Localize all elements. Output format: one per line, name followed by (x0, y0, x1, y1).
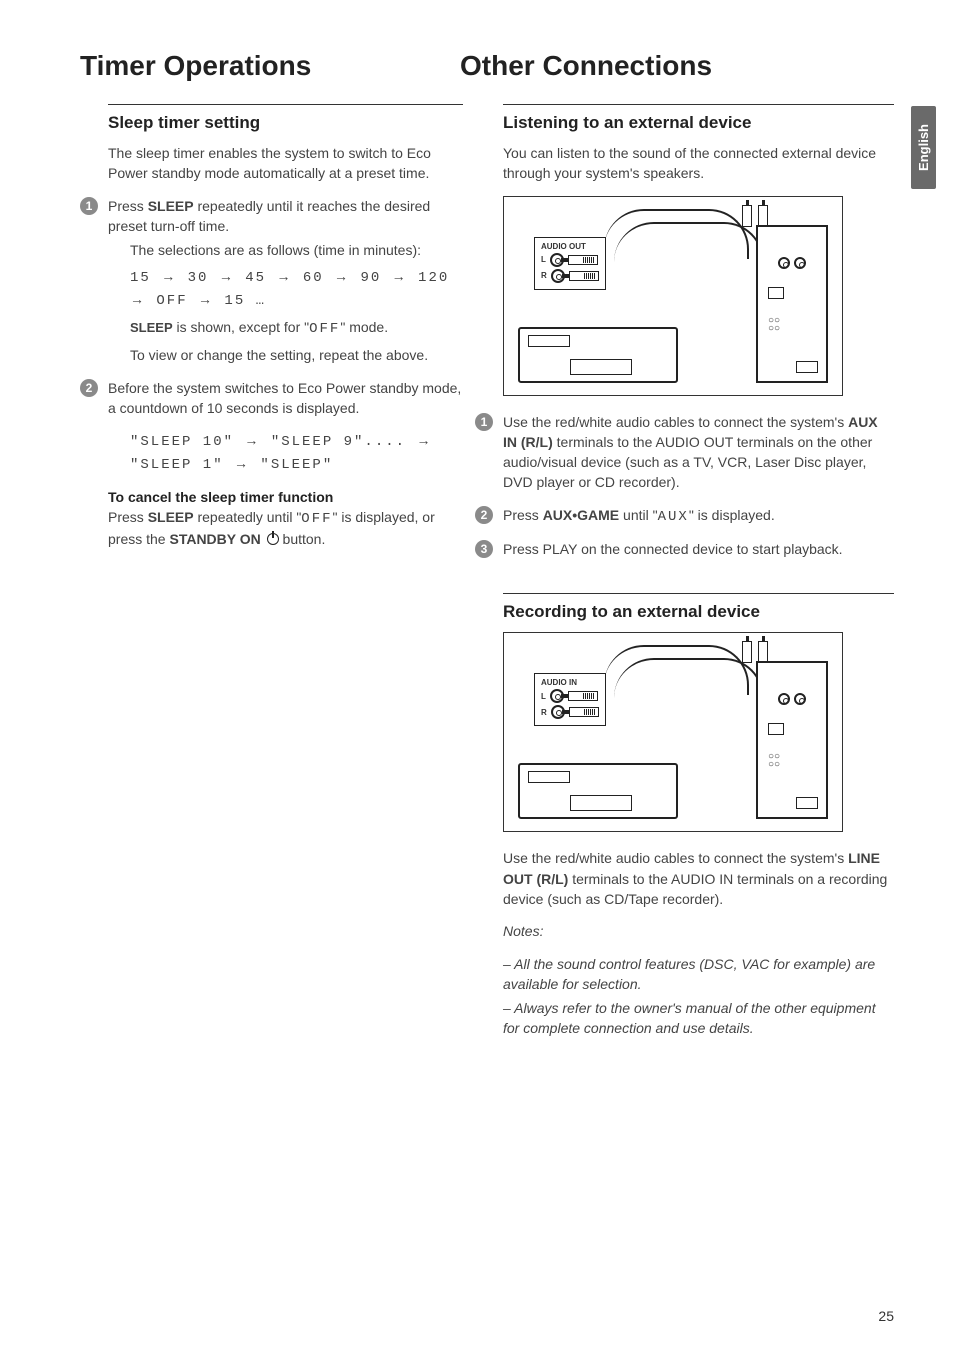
audio-in-label: AUDIO IN (541, 678, 599, 687)
r-step-1: 1 Use the red/white audio cables to conn… (503, 412, 894, 493)
aux-seg: AUX (658, 509, 689, 525)
sleep-sc: SLEEP (130, 320, 173, 335)
r-label-2: R (541, 708, 547, 717)
r-step-marker-1-icon: 1 (475, 413, 493, 431)
r1-a: Use the red/white audio cables to connec… (503, 414, 848, 430)
r-label: R (541, 271, 547, 280)
diagram-audio-in: AUDIO IN L R ○○○○ (503, 632, 843, 832)
system-rear-icon-2: ○○○○ (756, 661, 828, 819)
step-2: 2 Before the system switches to Eco Powe… (108, 378, 463, 475)
sleep-note: SLEEP is shown, except for "OFF" mode. (130, 317, 463, 339)
sleep-timer-title: Sleep timer setting (108, 104, 463, 133)
heading-left: Timer Operations (80, 50, 470, 82)
r2-c: " is displayed. (689, 507, 775, 523)
external-device-icon (518, 327, 678, 383)
step2-text: Before the system switches to Eco Power … (108, 378, 463, 419)
cancel-title: To cancel the sleep timer function (108, 489, 463, 505)
step1-sub: The selections are as follows (time in m… (130, 240, 463, 260)
right-column: Listening to an external device You can … (503, 104, 894, 1051)
r3-text: Press PLAY on the connected device to st… (503, 539, 894, 559)
audio-in-panel: AUDIO IN L R (534, 673, 606, 726)
listening-title: Listening to an external device (503, 104, 894, 133)
l-label-2: L (541, 692, 546, 701)
r-step-marker-2-icon: 2 (475, 506, 493, 524)
sleep-note-c: " mode. (340, 319, 388, 335)
r2-a: Press (503, 507, 543, 523)
rec-a: Use the red/white audio cables to connec… (503, 850, 848, 866)
sleep-note-b: is shown, except for " (173, 319, 309, 335)
note-1: – All the sound control features (DSC, V… (503, 954, 894, 995)
time-sequence: 15 → 30 → 45 → 60 → 90 → 120 → OFF → 15 … (130, 266, 463, 311)
r2-b: until " (619, 507, 657, 523)
external-device-icon-2 (518, 763, 678, 819)
aux-game-bold: AUX•GAME (543, 507, 619, 523)
audio-out-label: AUDIO OUT (541, 242, 599, 251)
sleep-button-label: SLEEP (148, 198, 194, 214)
step1-text-a: Press (108, 198, 148, 214)
heading-right: Other Connections (460, 50, 712, 82)
step-marker-2-icon: 2 (80, 379, 98, 397)
page-number: 25 (878, 1308, 894, 1324)
off-seg: OFF (309, 321, 340, 337)
r1-b: terminals to the AUDIO OUT terminals on … (503, 434, 872, 491)
listening-intro: You can listen to the sound of the conne… (503, 143, 894, 184)
sleep-intro: The sleep timer enables the system to sw… (108, 143, 463, 184)
diagram-audio-out: AUDIO OUT L R ○○○○ (503, 196, 843, 396)
step-1: 1 Press SLEEP repeatedly until it reache… (108, 196, 463, 366)
sleep-view: To view or change the setting, repeat th… (130, 345, 463, 365)
l-label: L (541, 255, 546, 264)
left-column: Sleep timer setting The sleep timer enab… (108, 104, 463, 1051)
r-step-3: 3 Press PLAY on the connected device to … (503, 539, 894, 559)
power-icon (267, 533, 279, 545)
standby-bold: STANDBY ON (169, 531, 260, 547)
cancel-d: button. (279, 531, 326, 547)
system-rear-icon: ○○○○ (756, 225, 828, 383)
notes-label: Notes: (503, 921, 894, 941)
recording-title: Recording to an external device (503, 593, 894, 622)
audio-out-panel: AUDIO OUT L R (534, 237, 606, 290)
step-marker-1-icon: 1 (80, 197, 98, 215)
cancel-text: Press SLEEP repeatedly until "OFF" is di… (108, 507, 463, 550)
r-step-2: 2 Press AUX•GAME until "AUX" is displaye… (503, 505, 894, 527)
note-2: – Always refer to the owner's manual of … (503, 998, 894, 1039)
cancel-sleep-bold: SLEEP (148, 509, 194, 525)
r-step-marker-3-icon: 3 (475, 540, 493, 558)
countdown-sequence: "SLEEP 10" → "SLEEP 9".... → "SLEEP 1" →… (130, 430, 463, 475)
cancel-a: Press (108, 509, 148, 525)
recording-para: Use the red/white audio cables to connec… (503, 848, 894, 909)
cancel-b: repeatedly until " (194, 509, 302, 525)
cancel-off-seg: OFF (301, 511, 332, 527)
language-tab: English (911, 106, 936, 189)
